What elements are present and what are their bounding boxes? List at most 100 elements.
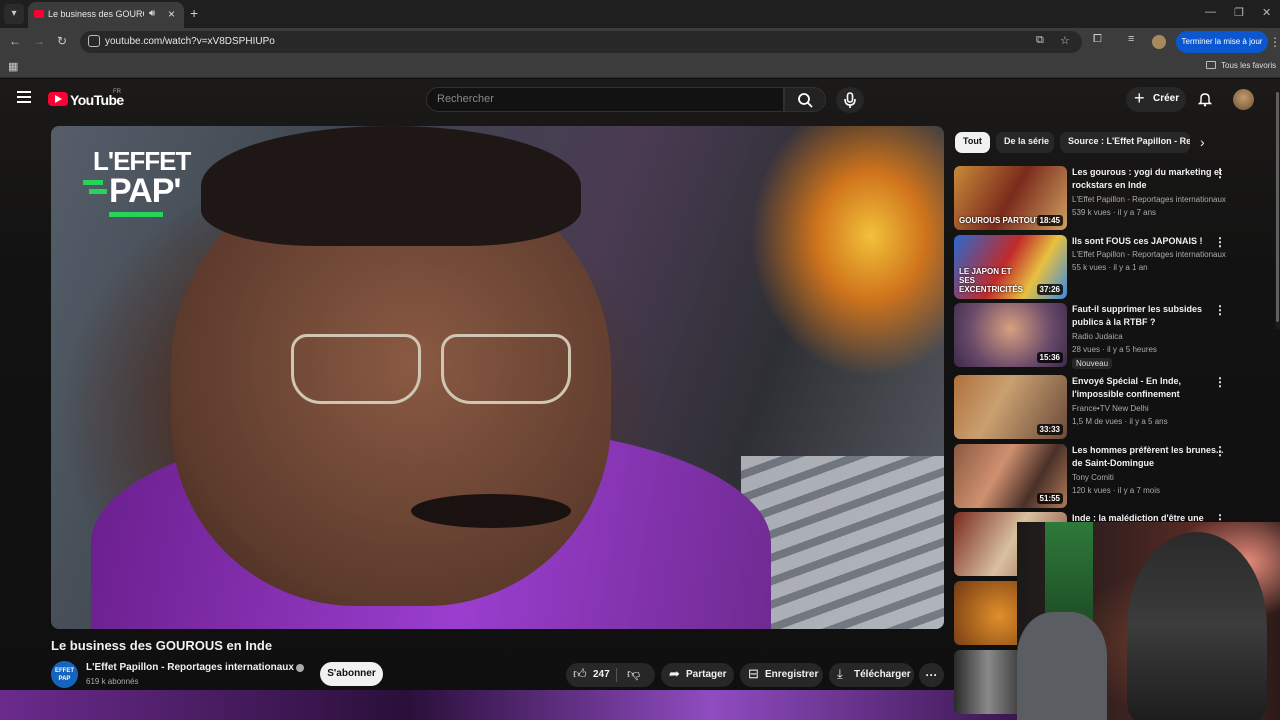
browser-tab-bar: ▾ Le business des GOUROUS 🔊︎ × + — ❐ ✕ — [0, 0, 1280, 28]
download-button[interactable]: ⤓ Télécharger — [829, 663, 914, 687]
create-button[interactable]: + Créer — [1126, 87, 1186, 112]
forward-icon[interactable]: → — [33, 34, 45, 48]
browser-menu-icon[interactable]: ⋮ — [1269, 35, 1280, 49]
close-tab-icon[interactable]: × — [168, 7, 175, 21]
media-controls-icon[interactable]: ≡ — [1128, 33, 1134, 45]
recommendation-channel[interactable]: L'Effet Papillon - Reportages internatio… — [1072, 250, 1227, 259]
recommendation-item[interactable]: 51:55 Les hommes préfèrent les brunes...… — [954, 444, 1274, 508]
share-label: Partager — [686, 669, 727, 680]
like-count[interactable]: 247 — [593, 669, 610, 680]
recommendation-channel[interactable]: Tony Comiti — [1072, 473, 1227, 482]
plus-icon: + — [1134, 88, 1145, 108]
new-tab-icon[interactable]: + — [190, 5, 198, 21]
more-options-icon[interactable]: ⋮ — [1214, 303, 1226, 317]
chip-all[interactable]: Tout — [955, 132, 990, 153]
more-options-icon[interactable]: ⋮ — [1214, 375, 1226, 389]
search-button[interactable] — [784, 87, 826, 112]
recommendation-item[interactable]: LE JAPON ET SES EXCENTRICITÉS 37:26 Ils … — [954, 235, 1274, 299]
video-thumbnail[interactable]: 15:36 — [954, 303, 1067, 367]
menu-icon[interactable] — [17, 91, 31, 103]
more-options-icon[interactable]: ⋮ — [1214, 444, 1226, 458]
browser-tab[interactable]: Le business des GOUROUS 🔊︎ × — [28, 2, 184, 28]
site-info-icon[interactable] — [88, 35, 100, 47]
tab-search-icon[interactable]: ▾ — [4, 4, 24, 24]
reload-icon[interactable]: ↻ — [57, 34, 67, 48]
channel-name[interactable]: L'Effet Papillon - Reportages internatio… — [86, 662, 294, 673]
description-preview — [0, 690, 1017, 720]
recommendation-item[interactable]: 33:33 Envoyé Spécial - En Inde, l'imposs… — [954, 375, 1274, 439]
share-icon: ➦ — [669, 666, 680, 681]
apps-grid-icon[interactable]: ▦ — [8, 60, 18, 73]
all-bookmarks-link[interactable]: Tous les favoris — [1221, 61, 1276, 70]
more-options-icon[interactable]: ⋮ — [1214, 166, 1226, 180]
video-player[interactable]: L'EFFET PAP' — [51, 126, 944, 629]
voice-search-button[interactable] — [836, 87, 864, 113]
speaker-icon[interactable]: 🔊︎ — [149, 8, 155, 19]
share-button[interactable]: ➦ Partager — [661, 663, 734, 687]
recommendation-meta: 539 k vues · il y a 7 ans — [1072, 208, 1157, 217]
webcam-overlay — [1017, 522, 1280, 720]
watermark-line-2: PAP' — [109, 172, 181, 210]
subscribe-button[interactable]: S'abonner — [320, 662, 383, 686]
duration-badge: 37:26 — [1036, 284, 1063, 295]
install-app-icon[interactable]: ⧉ — [1036, 34, 1044, 47]
recommendation-meta: 55 k vues · il y a 1 an — [1072, 263, 1148, 272]
account-avatar[interactable] — [1233, 89, 1254, 110]
back-icon[interactable]: ← — [9, 34, 21, 48]
omnibox[interactable]: youtube.com/watch?v=xV8DSPHIUPo ⧉ ☆ — [80, 31, 1082, 53]
like-dislike-group: 👍︎ 247 👎︎ — [566, 663, 655, 687]
video-thumbnail[interactable]: GOUROUS PARTOUT 18:45 — [954, 166, 1067, 230]
chip-series[interactable]: De la série — [996, 132, 1054, 153]
search-input[interactable]: Rechercher — [426, 87, 784, 112]
save-label: Enregistrer — [765, 669, 819, 680]
recommendation-title[interactable]: Les hommes préfèrent les brunes... de Sa… — [1072, 444, 1227, 470]
recommendation-title[interactable]: Envoyé Spécial - En Inde, l'impossible c… — [1072, 375, 1227, 401]
more-options-icon[interactable]: ⋮ — [1214, 235, 1226, 249]
folder-icon — [1206, 61, 1216, 69]
address-bar-row: ← → ↻ youtube.com/watch?v=xV8DSPHIUPo ⧉ … — [0, 28, 1280, 56]
window-close-icon[interactable]: ✕ — [1262, 6, 1271, 19]
watermark-bar — [109, 212, 163, 217]
more-actions-button[interactable]: ··· — [919, 663, 944, 687]
glasses — [251, 334, 631, 414]
recommendation-meta: 1,5 M de vues · il y a 5 ans — [1072, 417, 1168, 426]
recommendation-title[interactable]: Les gourous : yogi du marketing et rocks… — [1072, 166, 1227, 192]
video-title: Le business des GOUROUS en Inde — [51, 638, 273, 653]
new-badge: Nouveau — [1072, 358, 1113, 369]
thumbs-down-icon[interactable]: 👎︎ — [627, 666, 640, 682]
recommendation-item[interactable]: 15:36 Faut-il supprimer les subsides pub… — [954, 303, 1274, 369]
channel-avatar[interactable]: EFFET PAP — [51, 661, 78, 688]
notifications-bell-icon[interactable] — [1198, 92, 1212, 107]
restore-icon[interactable]: ❐ — [1234, 6, 1244, 19]
channel-watermark-logo: L'EFFET PAP' — [81, 146, 201, 226]
recommendation-channel[interactable]: Radio Judaica — [1072, 332, 1227, 341]
minimize-icon[interactable]: — — [1205, 6, 1216, 18]
search-icon — [798, 93, 813, 108]
bookmark-star-icon[interactable]: ☆ — [1060, 34, 1070, 47]
recommendation-channel[interactable]: L'Effet Papillon - Reportages internatio… — [1072, 195, 1227, 204]
chip-source[interactable]: Source : L'Effet Papillon - Re — [1060, 132, 1190, 153]
hair — [201, 126, 581, 246]
duration-badge: 33:33 — [1036, 424, 1063, 435]
update-button[interactable]: Terminer la mise à jour — [1176, 31, 1268, 53]
youtube-logo-icon[interactable] — [48, 92, 68, 106]
video-thumbnail[interactable]: 33:33 — [954, 375, 1067, 439]
recommendation-title[interactable]: Faut-il supprimer les subsides publics à… — [1072, 303, 1227, 329]
mixing-console — [741, 456, 944, 629]
youtube-favicon-icon — [34, 10, 44, 18]
recommendation-meta: 28 vues · il y a 5 heures — [1072, 345, 1157, 354]
chevron-right-icon[interactable]: › — [1200, 134, 1205, 150]
profile-avatar[interactable] — [1152, 35, 1166, 49]
recommendation-item[interactable]: GOUROUS PARTOUT 18:45 Les gourous : yogi… — [954, 166, 1274, 230]
recommendation-title[interactable]: Ils sont FOUS ces JAPONAIS ! — [1072, 235, 1227, 248]
video-thumbnail[interactable]: LE JAPON ET SES EXCENTRICITÉS 37:26 — [954, 235, 1067, 299]
recommendation-channel[interactable]: France•TV New Delhi — [1072, 404, 1227, 413]
save-button[interactable]: ⊟ Enregistrer — [740, 663, 823, 687]
thumbs-up-icon[interactable]: 👍︎ — [573, 666, 587, 682]
bookmarks-bar: ▦ Tous les favoris — [0, 56, 1280, 78]
url-text[interactable]: youtube.com/watch?v=xV8DSPHIUPo — [105, 36, 275, 47]
thumbnail-caption: GOUROUS PARTOUT — [959, 216, 1041, 225]
video-thumbnail[interactable]: 51:55 — [954, 444, 1067, 508]
page-scrollbar-thumb[interactable] — [1276, 92, 1279, 322]
extensions-icon[interactable]: ⧠ — [1093, 33, 1102, 46]
